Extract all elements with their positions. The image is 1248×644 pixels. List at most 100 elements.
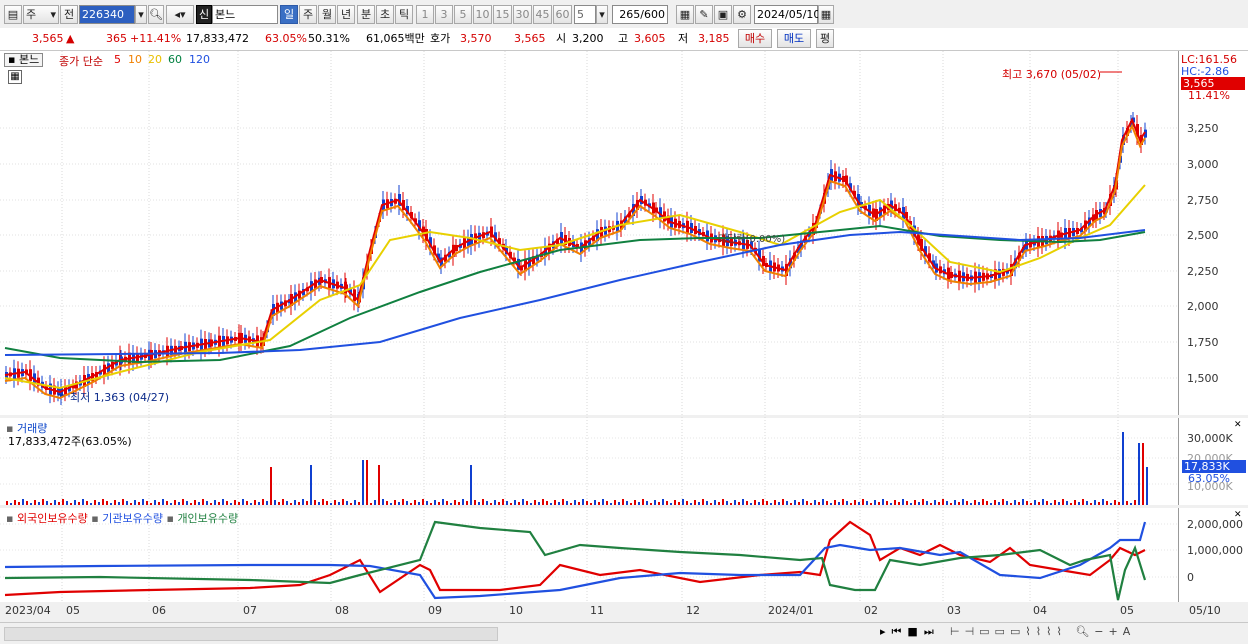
volume-bar [302,499,304,505]
volume-bar [378,465,380,505]
volume-bar [110,503,112,505]
volume-bar [738,502,740,505]
volume-bar [86,501,88,505]
volume-bar [70,503,72,505]
close-icon[interactable]: ✕ [1234,420,1242,430]
volume-bar [122,499,124,505]
volume-bar [790,503,792,505]
volume-bar [342,499,344,505]
volume-bar [174,500,176,505]
calculator-icon[interactable]: ▦ [8,70,22,84]
volume-bar [1014,500,1016,505]
volume-bar [566,501,568,505]
volume-bar [994,500,996,505]
volume-bar [1086,501,1088,505]
volume-bar [1054,500,1056,505]
volume-bar [270,467,272,505]
volume-bar [134,500,136,505]
volume-bar [946,501,948,505]
volume-bar [158,502,160,505]
stock-tag[interactable]: ▪ 본느 [4,53,44,67]
volume-bar [222,499,224,505]
volume-bar [478,502,480,505]
volume-bar [1118,502,1120,505]
volume-bar [702,499,704,505]
volume-bar [150,503,152,505]
volume-bar [362,460,364,505]
volume-bar [942,499,944,505]
volume-bar [154,500,156,505]
volume-bar [846,501,848,505]
volume-bar [922,499,924,505]
tool-icons[interactable]: ⊢⊣▭▭▭⌇⌇⌇⌇ 🔍︎−+A [950,625,1135,638]
volume-bar [38,502,40,505]
ma10-legend: 10 [128,53,142,66]
volume-bar [250,503,252,505]
y-tick: 2,500 [1187,229,1219,242]
playback-controls[interactable]: ▸⏮■⏭ [880,625,940,639]
volume-bar [146,501,148,505]
volume-bar [106,501,108,505]
volume-bar [1106,501,1108,505]
y-tick: 1,750 [1187,336,1219,349]
volume-bar [414,500,416,505]
volume-bar [1026,501,1028,505]
volume-bar [206,501,208,505]
volume-bar [494,500,496,505]
low-annotation: 최저 1,363 (04/27) [70,391,170,404]
ma60-legend: 60 [168,53,182,66]
holdings-legend: ▪ 외국인보유수량 ▪ 기관보유수량 ▪ 개인보유수량 [6,510,238,526]
volume-bar [674,500,676,505]
square-icon: ▪ [6,512,17,525]
volume-bar [130,503,132,505]
volume-bar [598,502,600,505]
volume-bar [734,500,736,505]
volume-bar [698,502,700,505]
volume-bar [826,501,828,505]
close-icon[interactable]: ✕ [1234,510,1242,520]
volume-bar [314,500,316,505]
volume-bar [798,502,800,505]
volume-bar [126,501,128,505]
volume-bar [482,499,484,505]
volume-bar [334,500,336,505]
volume-bar [290,503,292,505]
volume-bar [282,499,284,505]
volume-bar [1038,502,1040,505]
volume-bar [350,503,352,505]
volume-bar [1030,503,1032,505]
x-tick: 07 [243,604,257,617]
volume-bar [538,502,540,505]
high-annotation: 최고 3,670 (05/02) [1002,68,1102,81]
volume-bar [22,499,24,505]
ma-legend-title: 종가 단순 [59,55,103,68]
volume-bar [582,499,584,505]
volume-bar [834,500,836,505]
volume-bar [894,500,896,505]
volume-bar [658,502,660,505]
y-tick: 2,250 [1187,265,1219,278]
volume-bar [178,502,180,505]
y-tick: 2,750 [1187,194,1219,207]
volume-bar [682,499,684,505]
volume-bar [50,503,52,505]
y-tick: 3,000 [1187,158,1219,171]
volume-bar [1146,467,1148,505]
volume-bar [770,503,772,505]
volume-bar [210,503,212,505]
volume-bar [590,503,592,505]
volume-bar [510,503,512,505]
volume-bar [562,499,564,505]
volume-bar [666,501,668,505]
volume-bar [842,499,844,505]
x-tick: 02 [864,604,878,617]
volume-bar [30,503,32,505]
volume-bar [558,502,560,505]
volume-bar [950,503,952,505]
horizontal-scrollbar[interactable] [4,627,498,641]
volume-value-label: 17,833,472주(63.05%) [8,435,132,448]
volume-bar [142,499,144,505]
x-tick: 12 [686,604,700,617]
volume-bar [366,460,368,505]
volume-bar [654,500,656,505]
